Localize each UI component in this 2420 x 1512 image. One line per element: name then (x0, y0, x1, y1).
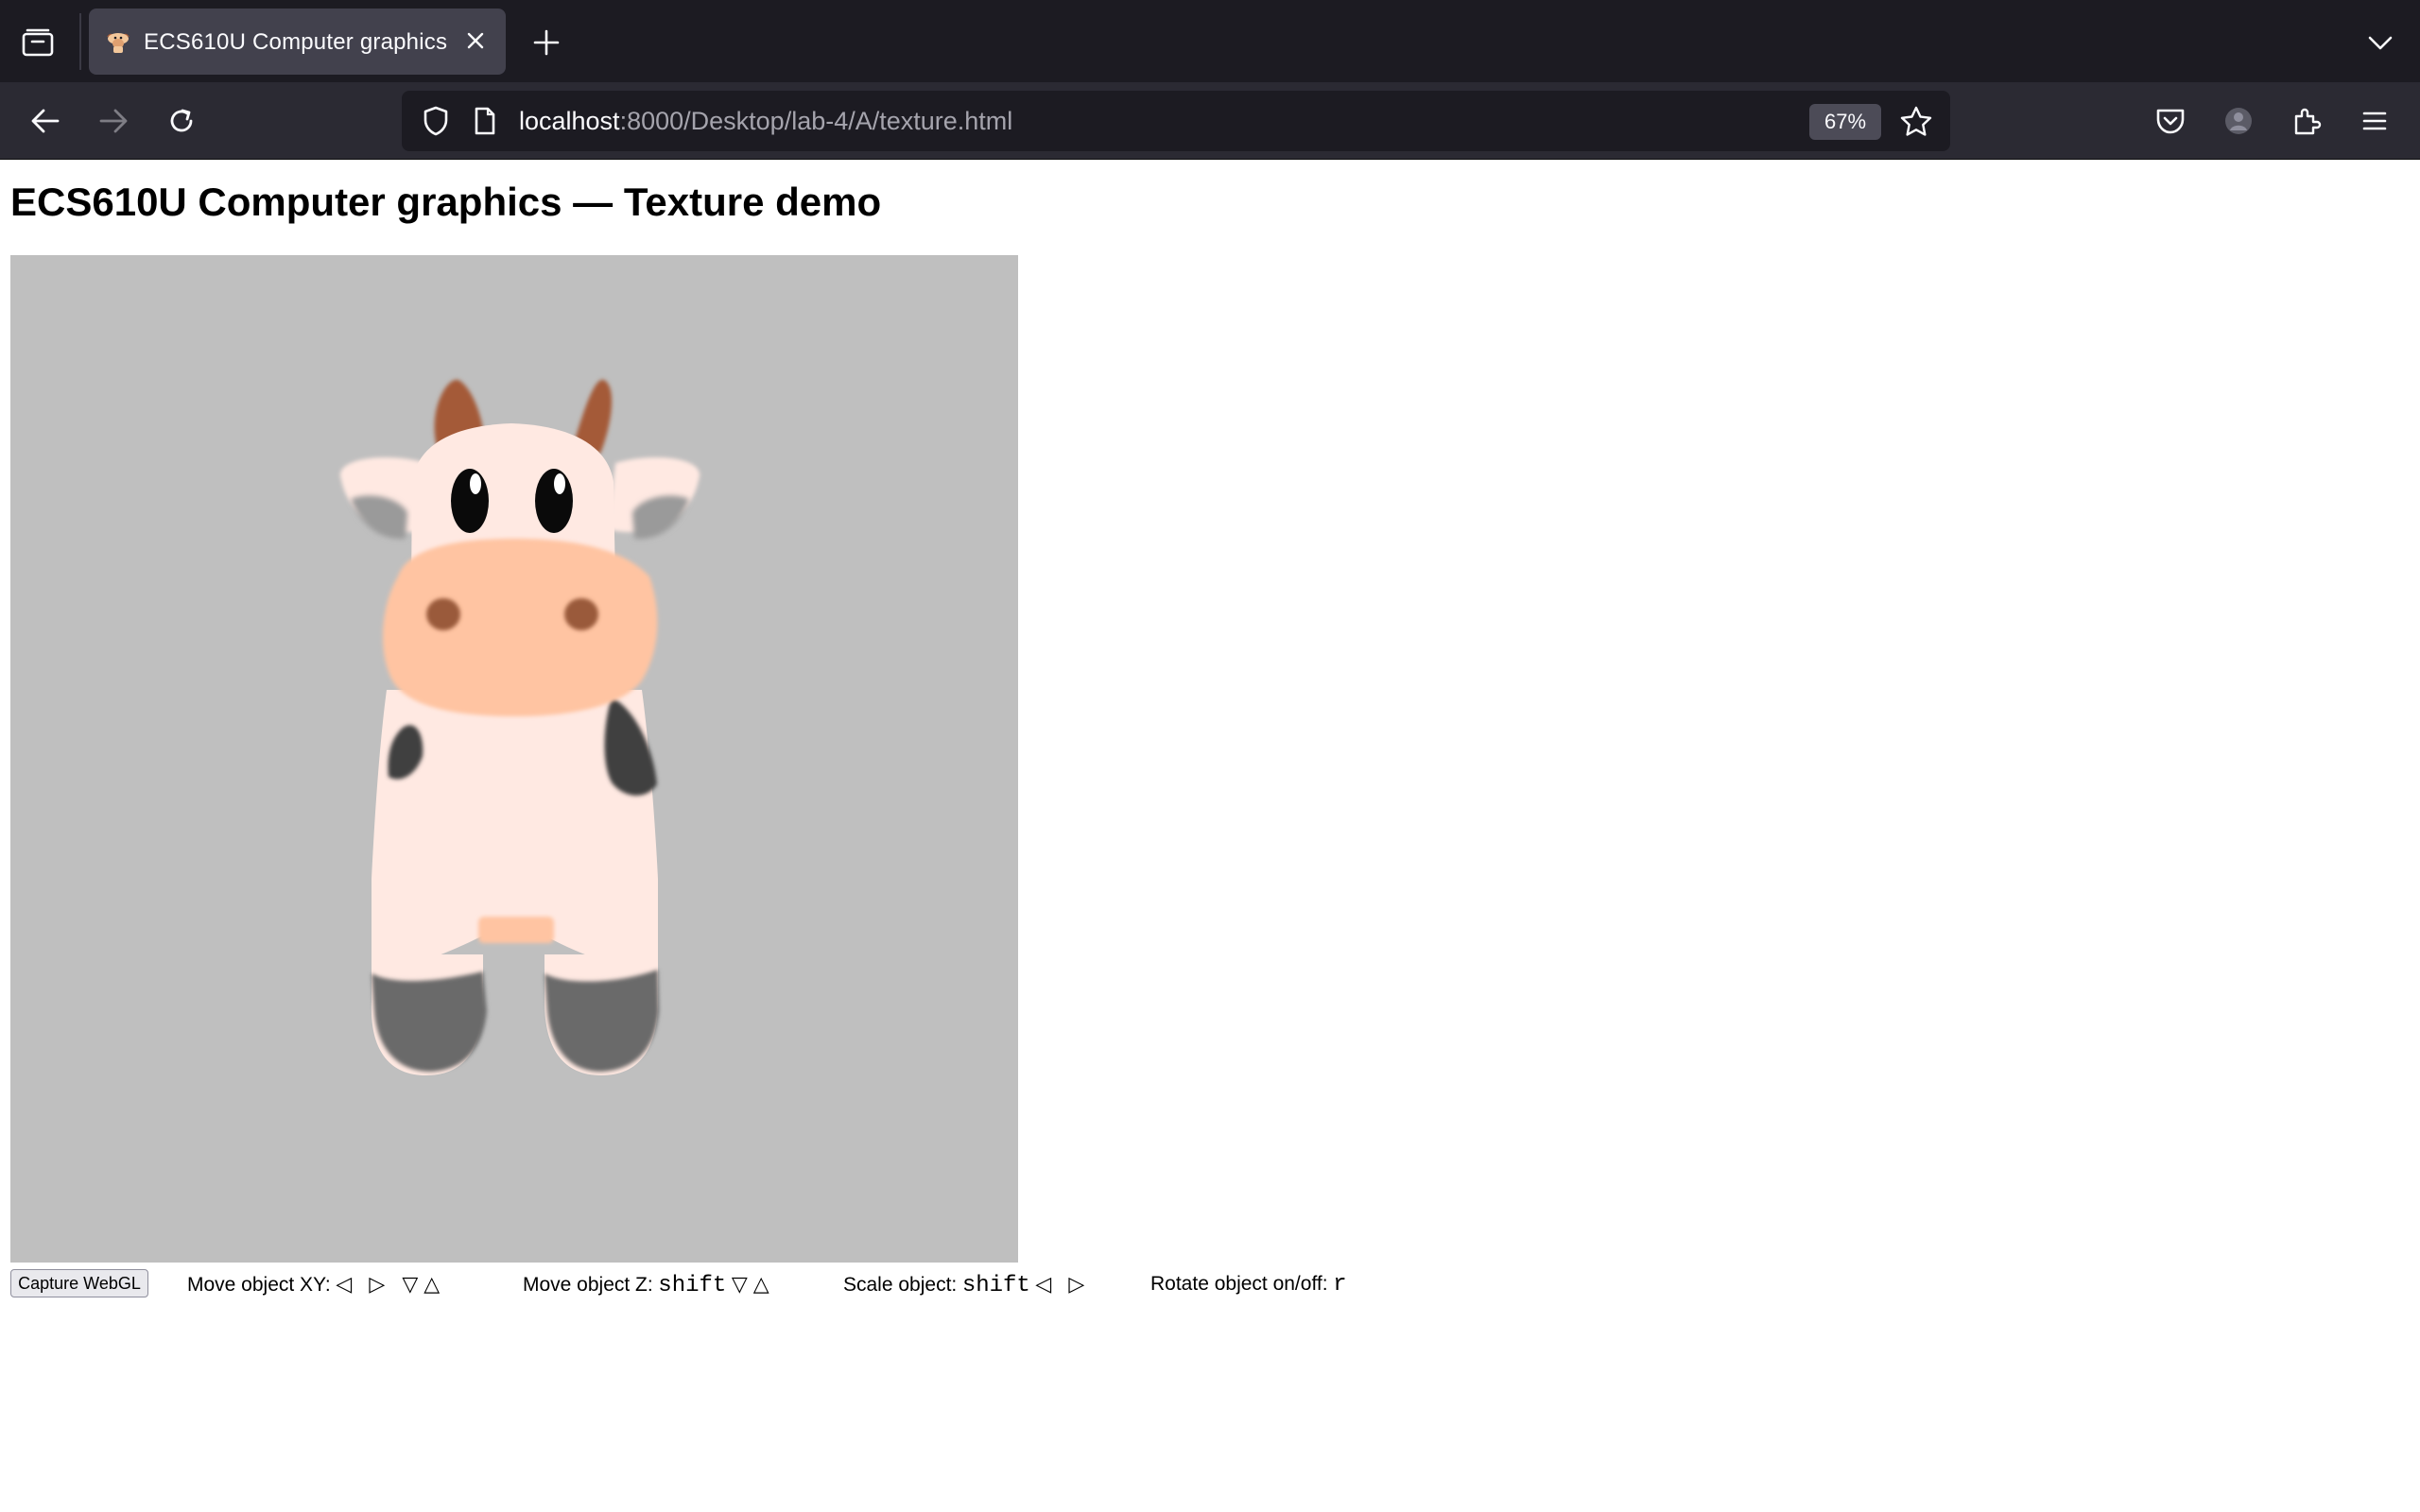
app-menu-button[interactable] (2352, 98, 2397, 144)
address-bar[interactable]: localhost:8000/Desktop/lab-4/A/texture.h… (402, 91, 1950, 151)
list-all-tabs-button[interactable] (2360, 24, 2401, 61)
plus-icon (533, 29, 560, 56)
puzzle-icon (2294, 108, 2322, 135)
reload-button[interactable] (159, 98, 204, 144)
page-title: ECS610U Computer graphics — Texture demo (10, 180, 882, 224)
capture-webgl-button[interactable]: Capture WebGL (10, 1269, 148, 1297)
tab-divider (79, 13, 81, 70)
bookmark-button[interactable] (1895, 100, 1937, 142)
webgl-canvas[interactable] (10, 255, 1018, 1263)
site-info-button[interactable] (466, 100, 504, 142)
back-button[interactable] (23, 98, 68, 144)
tab-bar: ECS610U Computer graphics (0, 0, 2420, 82)
chevron-down-icon (2368, 36, 2393, 50)
extensions-button[interactable] (2284, 98, 2329, 144)
scale-key: shift (961, 1273, 1030, 1298)
url-path: :8000/Desktop/lab-4/A/texture.html (619, 107, 1013, 135)
close-icon (467, 32, 484, 49)
account-button[interactable] (2216, 98, 2261, 144)
move-z-label: Move object Z: (523, 1274, 653, 1296)
move-z-arrows: ▽△ (731, 1272, 775, 1296)
tab-active[interactable]: ECS610U Computer graphics (89, 9, 506, 75)
navigation-toolbar: localhost:8000/Desktop/lab-4/A/texture.h… (0, 82, 2420, 160)
rotate-hint: Rotate object on/off: r (1150, 1272, 1347, 1297)
url-host: localhost (519, 107, 620, 135)
tracking-protection-button[interactable] (415, 100, 457, 142)
url-text[interactable]: localhost:8000/Desktop/lab-4/A/texture.h… (519, 107, 1012, 136)
rotate-label: Rotate object on/off: (1150, 1273, 1328, 1295)
scale-label: Scale object: (843, 1274, 958, 1296)
shield-icon (424, 106, 448, 136)
cow-model-render (339, 379, 700, 1075)
account-icon (2225, 108, 2252, 134)
tab-overview-icon (22, 28, 54, 57)
hamburger-menu-icon (2362, 112, 2387, 130)
firefox-view-button[interactable] (17, 24, 59, 61)
move-xy-hint: Move object XY: ◁ ▷ ▽△ (187, 1272, 445, 1297)
forward-button[interactable] (91, 98, 136, 144)
scale-arrows: ◁ ▷ (1035, 1272, 1091, 1296)
tab-title: ECS610U Computer graphics (144, 29, 448, 55)
zoom-level-button[interactable]: 67% (1809, 104, 1881, 140)
pocket-icon (2156, 109, 2185, 134)
new-tab-button[interactable] (527, 24, 565, 61)
rotate-key: r (1333, 1272, 1347, 1297)
star-icon (1900, 106, 1932, 136)
cow-favicon-icon (107, 33, 130, 53)
pocket-button[interactable] (2148, 98, 2193, 144)
move-xy-label: Move object XY: (187, 1274, 331, 1296)
reload-icon (170, 109, 193, 132)
move-z-hint: Move object Z: shift ▽△ (523, 1272, 775, 1298)
move-xy-keys: ◁ ▷ ▽△ (336, 1272, 446, 1296)
scale-hint: Scale object: shift ◁ ▷ (843, 1272, 1090, 1298)
arrow-right-icon (99, 109, 128, 133)
page-icon (475, 107, 495, 135)
move-z-key: shift (658, 1273, 727, 1298)
arrow-left-icon (31, 109, 60, 133)
controls-bar: Capture WebGL Move object XY: ◁ ▷ ▽△ Mov… (10, 1269, 1428, 1298)
tab-close-button[interactable] (458, 24, 493, 58)
